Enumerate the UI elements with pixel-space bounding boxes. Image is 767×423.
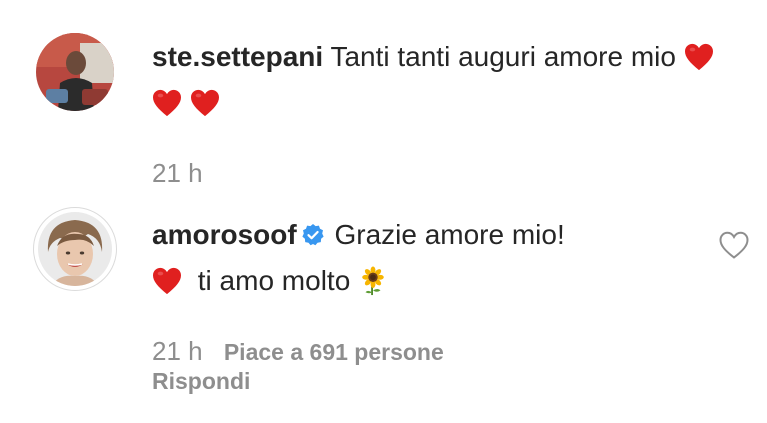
username[interactable]: ste.settepani [152,41,323,72]
comment-meta: 21 h Piace a 691 persone [152,336,444,367]
avatar[interactable] [36,33,114,111]
timestamp[interactable]: 21 h [152,336,203,366]
timestamp[interactable]: 21 h [152,158,203,188]
comment-body: amorosoof Grazie amore mio! ti amo molto [152,212,722,304]
red-heart-icon [191,89,219,117]
comment-text: Grazie amore mio! [334,219,565,250]
avatar[interactable] [33,207,117,291]
red-heart-icon [153,267,181,295]
comment-meta: 21 h [152,158,217,189]
username[interactable]: amorosoof [152,219,297,250]
comment-text: Tanti tanti auguri amore mio [330,41,676,72]
comment-body: ste.settepani Tanti tanti auguri amore m… [152,34,722,126]
verified-badge-icon [302,224,324,246]
comment-text-line2: ti amo molto [197,265,351,296]
comments-thread: ste.settepani Tanti tanti auguri amore m… [0,0,767,423]
sunflower-icon [362,266,384,296]
likes-count-link[interactable]: Piace a 691 persone [224,339,444,365]
heart-outline-icon[interactable] [718,230,750,260]
reply-button[interactable]: Rispondi [152,368,250,394]
red-heart-icon [684,43,713,71]
red-heart-icon [153,89,181,117]
